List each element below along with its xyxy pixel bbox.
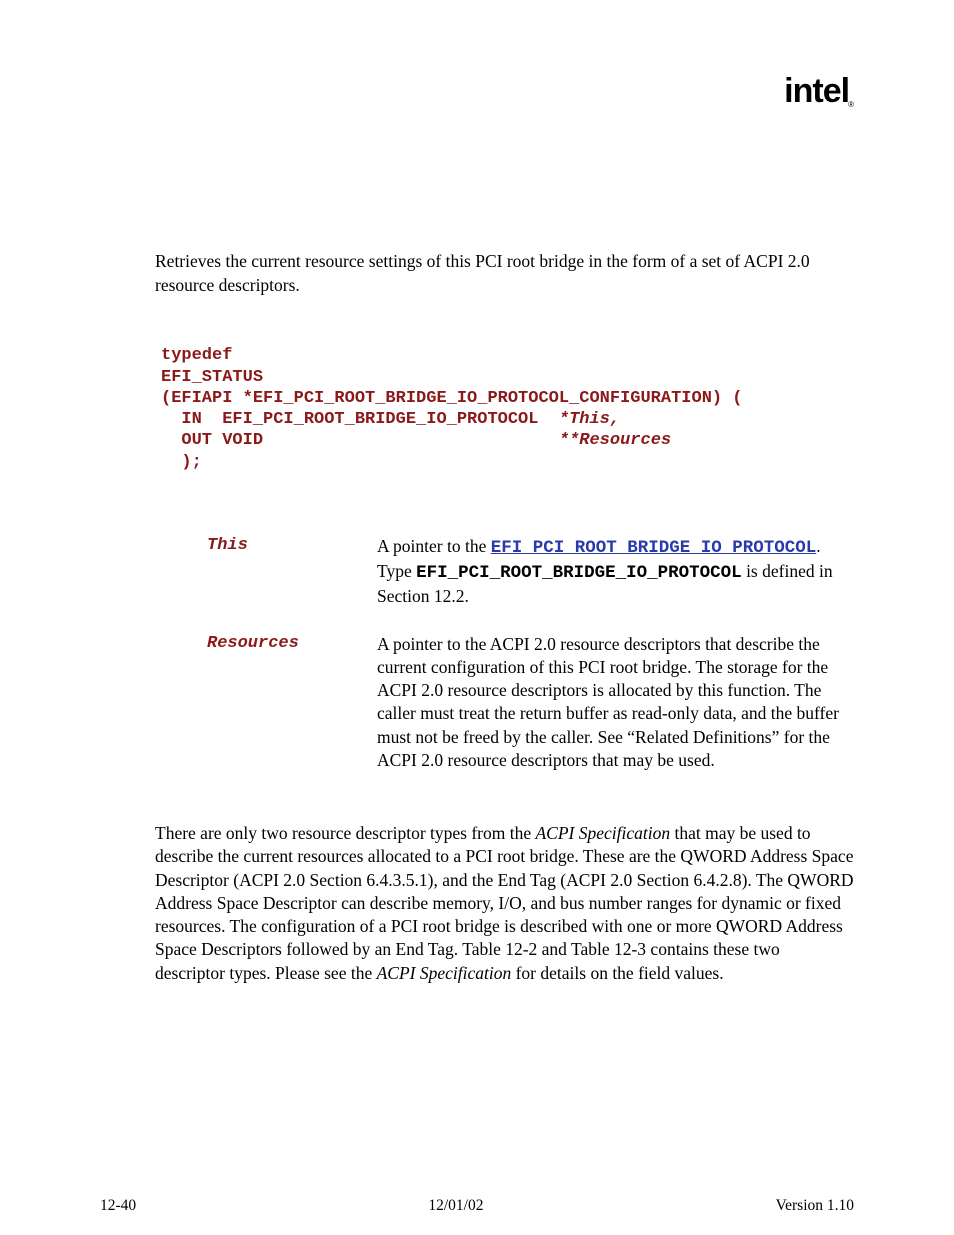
summary-text: Retrieves the current resource settings … — [155, 250, 854, 297]
param-row-resources: Resources A pointer to the ACPI 2.0 reso… — [207, 633, 854, 773]
spec-reference: ACPI Specification — [535, 823, 670, 843]
text: There are only two resource descriptor t… — [155, 823, 535, 843]
parameters-section: This A pointer to the EFI_PCI_ROOT_BRIDG… — [207, 535, 854, 772]
protocol-name: EFI_PCI_ROOT_BRIDGE_IO_PROTOCOL — [416, 563, 742, 583]
footer-page-number: 12-40 — [100, 1197, 136, 1215]
code-line: EFI_STATUS — [161, 368, 263, 387]
code-line: OUT VOID — [161, 431, 559, 450]
code-line: (EFIAPI *EFI_PCI_ROOT_BRIDGE_IO_PROTOCOL… — [161, 389, 743, 408]
spec-reference: ACPI Specification — [377, 963, 512, 983]
intel-logo: intel® — [784, 72, 854, 111]
param-description: A pointer to the EFI_PCI_ROOT_BRIDGE_IO_… — [377, 535, 854, 609]
footer-date: 12/01/02 — [428, 1197, 483, 1215]
protocol-link[interactable]: EFI_PCI_ROOT_BRIDGE_IO_PROTOCOL — [491, 538, 817, 558]
page-footer: 12-40 12/01/02 Version 1.10 — [100, 1197, 854, 1215]
code-line: typedef — [161, 346, 232, 365]
param-name: This — [207, 535, 377, 555]
param-description: A pointer to the ACPI 2.0 resource descr… — [377, 633, 854, 773]
code-param: *This, — [559, 410, 620, 429]
prototype-code: typedef EFI_STATUS (EFIAPI *EFI_PCI_ROOT… — [161, 345, 854, 473]
code-param: **Resources — [559, 431, 671, 450]
text: for details on the field values. — [511, 963, 723, 983]
code-line: ); — [161, 453, 202, 472]
text: A pointer to the — [377, 536, 491, 556]
code-line: IN EFI_PCI_ROOT_BRIDGE_IO_PROTOCOL — [161, 410, 559, 429]
param-name: Resources — [207, 633, 377, 653]
footer-version: Version 1.10 — [776, 1197, 854, 1215]
description-text: There are only two resource descriptor t… — [155, 822, 854, 985]
text: that may be used to describe the current… — [155, 823, 854, 983]
param-row-this: This A pointer to the EFI_PCI_ROOT_BRIDG… — [207, 535, 854, 609]
